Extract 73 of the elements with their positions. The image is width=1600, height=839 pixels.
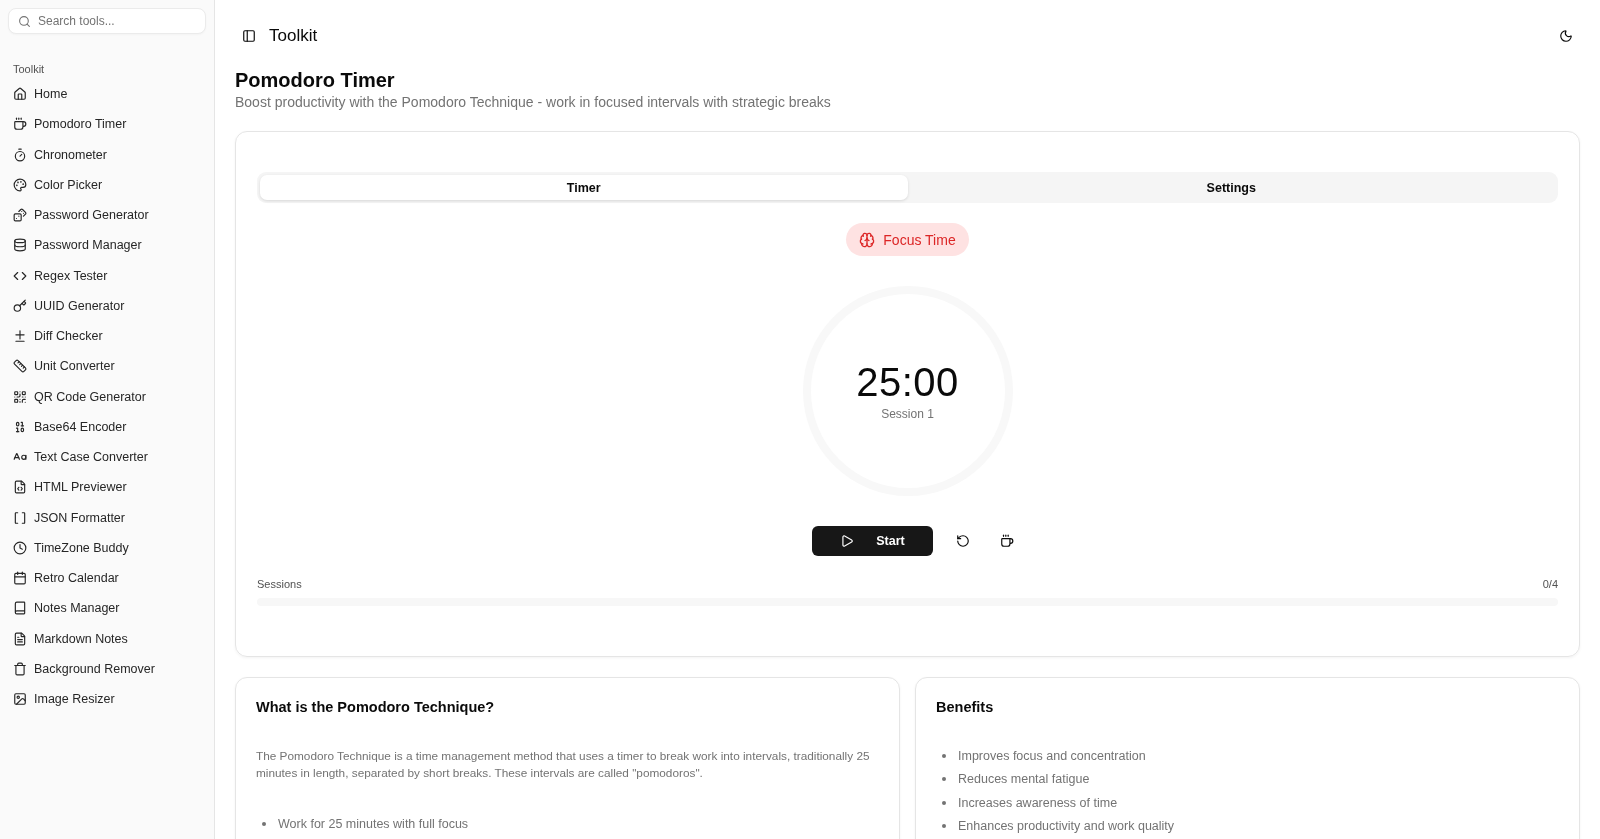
play-icon [840,534,855,548]
app-title: Toolkit [269,26,318,46]
cup-icon [1000,534,1014,548]
sidebar-item[interactable]: JSON Formatter [8,502,206,533]
bullet-icon [942,753,946,758]
document-icon [13,631,27,646]
search-field[interactable]: Search tools... [8,8,206,34]
sidebar-item[interactable]: Unit Converter [8,351,206,382]
sidebar-item[interactable]: Base64 Encoder [8,411,206,442]
search-icon [18,15,31,28]
timer-display: 25:00 [856,359,959,405]
bullet-icon [942,824,946,829]
bullet-icon [942,800,946,805]
sidebar-item[interactable]: Image Resizer [8,684,206,715]
bullet-icon [262,821,266,826]
card-title: Benefits [936,698,995,716]
house-icon [13,87,27,102]
sidebar-item[interactable]: Text Case Converter [8,442,206,473]
sidebar-item[interactable]: Password Generator [8,200,206,231]
ruler-icon [13,359,27,374]
plus-minus-icon [13,329,27,344]
sessions-count: 0/4 [1542,577,1558,592]
sidebar-item[interactable]: Regex Tester [8,260,206,291]
sidebar-item[interactable]: Color Picker [8,169,206,200]
sidebar-item[interactable]: Retro Calendar [8,563,206,594]
list-item: Increases awareness of time [958,795,1118,810]
session-text: Session 1 [881,406,934,423]
list-item: Enhances productivity and work quality [958,819,1175,834]
moon-icon [1559,29,1573,43]
tab[interactable]: Settings [907,175,1555,200]
group-label: Toolkit [12,62,46,77]
sessions-label: Sessions [257,577,302,592]
sidebar-item[interactable]: UUID Generator [8,290,206,321]
page-title: Pomodoro Timer [235,68,396,92]
file-code-icon [13,480,27,495]
brain-icon [859,231,876,248]
sidebar-item[interactable]: Password Manager [8,230,206,261]
sidebar-item[interactable]: Background Remover [8,653,206,684]
sidebar-item[interactable]: Pomodoro Timer [8,109,206,140]
page-subtitle: Boost productivity with the Pomodoro Technique - work in focused intervals with strategic breaks [235,93,832,112]
mode-text: Focus Time [883,231,956,248]
sidebar-item[interactable]: Diff Checker [8,321,206,352]
card-title: What is the Pomodoro Technique? [256,698,496,716]
stopwatch-icon [13,147,27,162]
sidebar-item[interactable]: Notes Manager [8,593,206,624]
panel-icon [242,29,256,43]
reset-icon [956,534,970,548]
palette-icon [13,177,27,192]
sidebar-item[interactable]: Chronometer [8,139,206,170]
calendar-icon [13,571,27,586]
clock-icon [13,540,27,555]
dice-icon [13,208,27,223]
brackets-icon [13,510,27,525]
list-item: Reduces mental fatigue [958,772,1090,787]
bullet-icon [942,777,946,782]
image-icon [13,692,27,707]
cup-icon [13,117,27,132]
qr-code-icon [13,389,27,404]
start-button[interactable]: Start [812,526,933,556]
list-item: Work for 25 minutes with full focus [278,816,469,831]
binary-icon [13,419,27,434]
sidebar-item[interactable]: Markdown Notes [8,623,206,654]
sidebar-item[interactable]: HTML Previewer [8,472,206,503]
card-paragraph: The Pomodoro Technique is a time management method that uses a timer to break work into intervals, traditionally 25 minutes in length, separated by short breaks. These intervals are called "pomodoros". [256,748,871,782]
tab[interactable]: Timer [260,175,908,200]
database-icon [13,238,27,253]
list-item: Improves focus and concentration [958,748,1146,763]
sidebar-item[interactable]: Home [8,79,206,110]
sidebar-item[interactable]: QR Code Generator [8,381,206,412]
book-icon [13,601,27,616]
key-icon [13,298,27,313]
trash-icon [13,661,27,676]
sidebar-item[interactable]: TimeZone Buddy [8,532,206,563]
